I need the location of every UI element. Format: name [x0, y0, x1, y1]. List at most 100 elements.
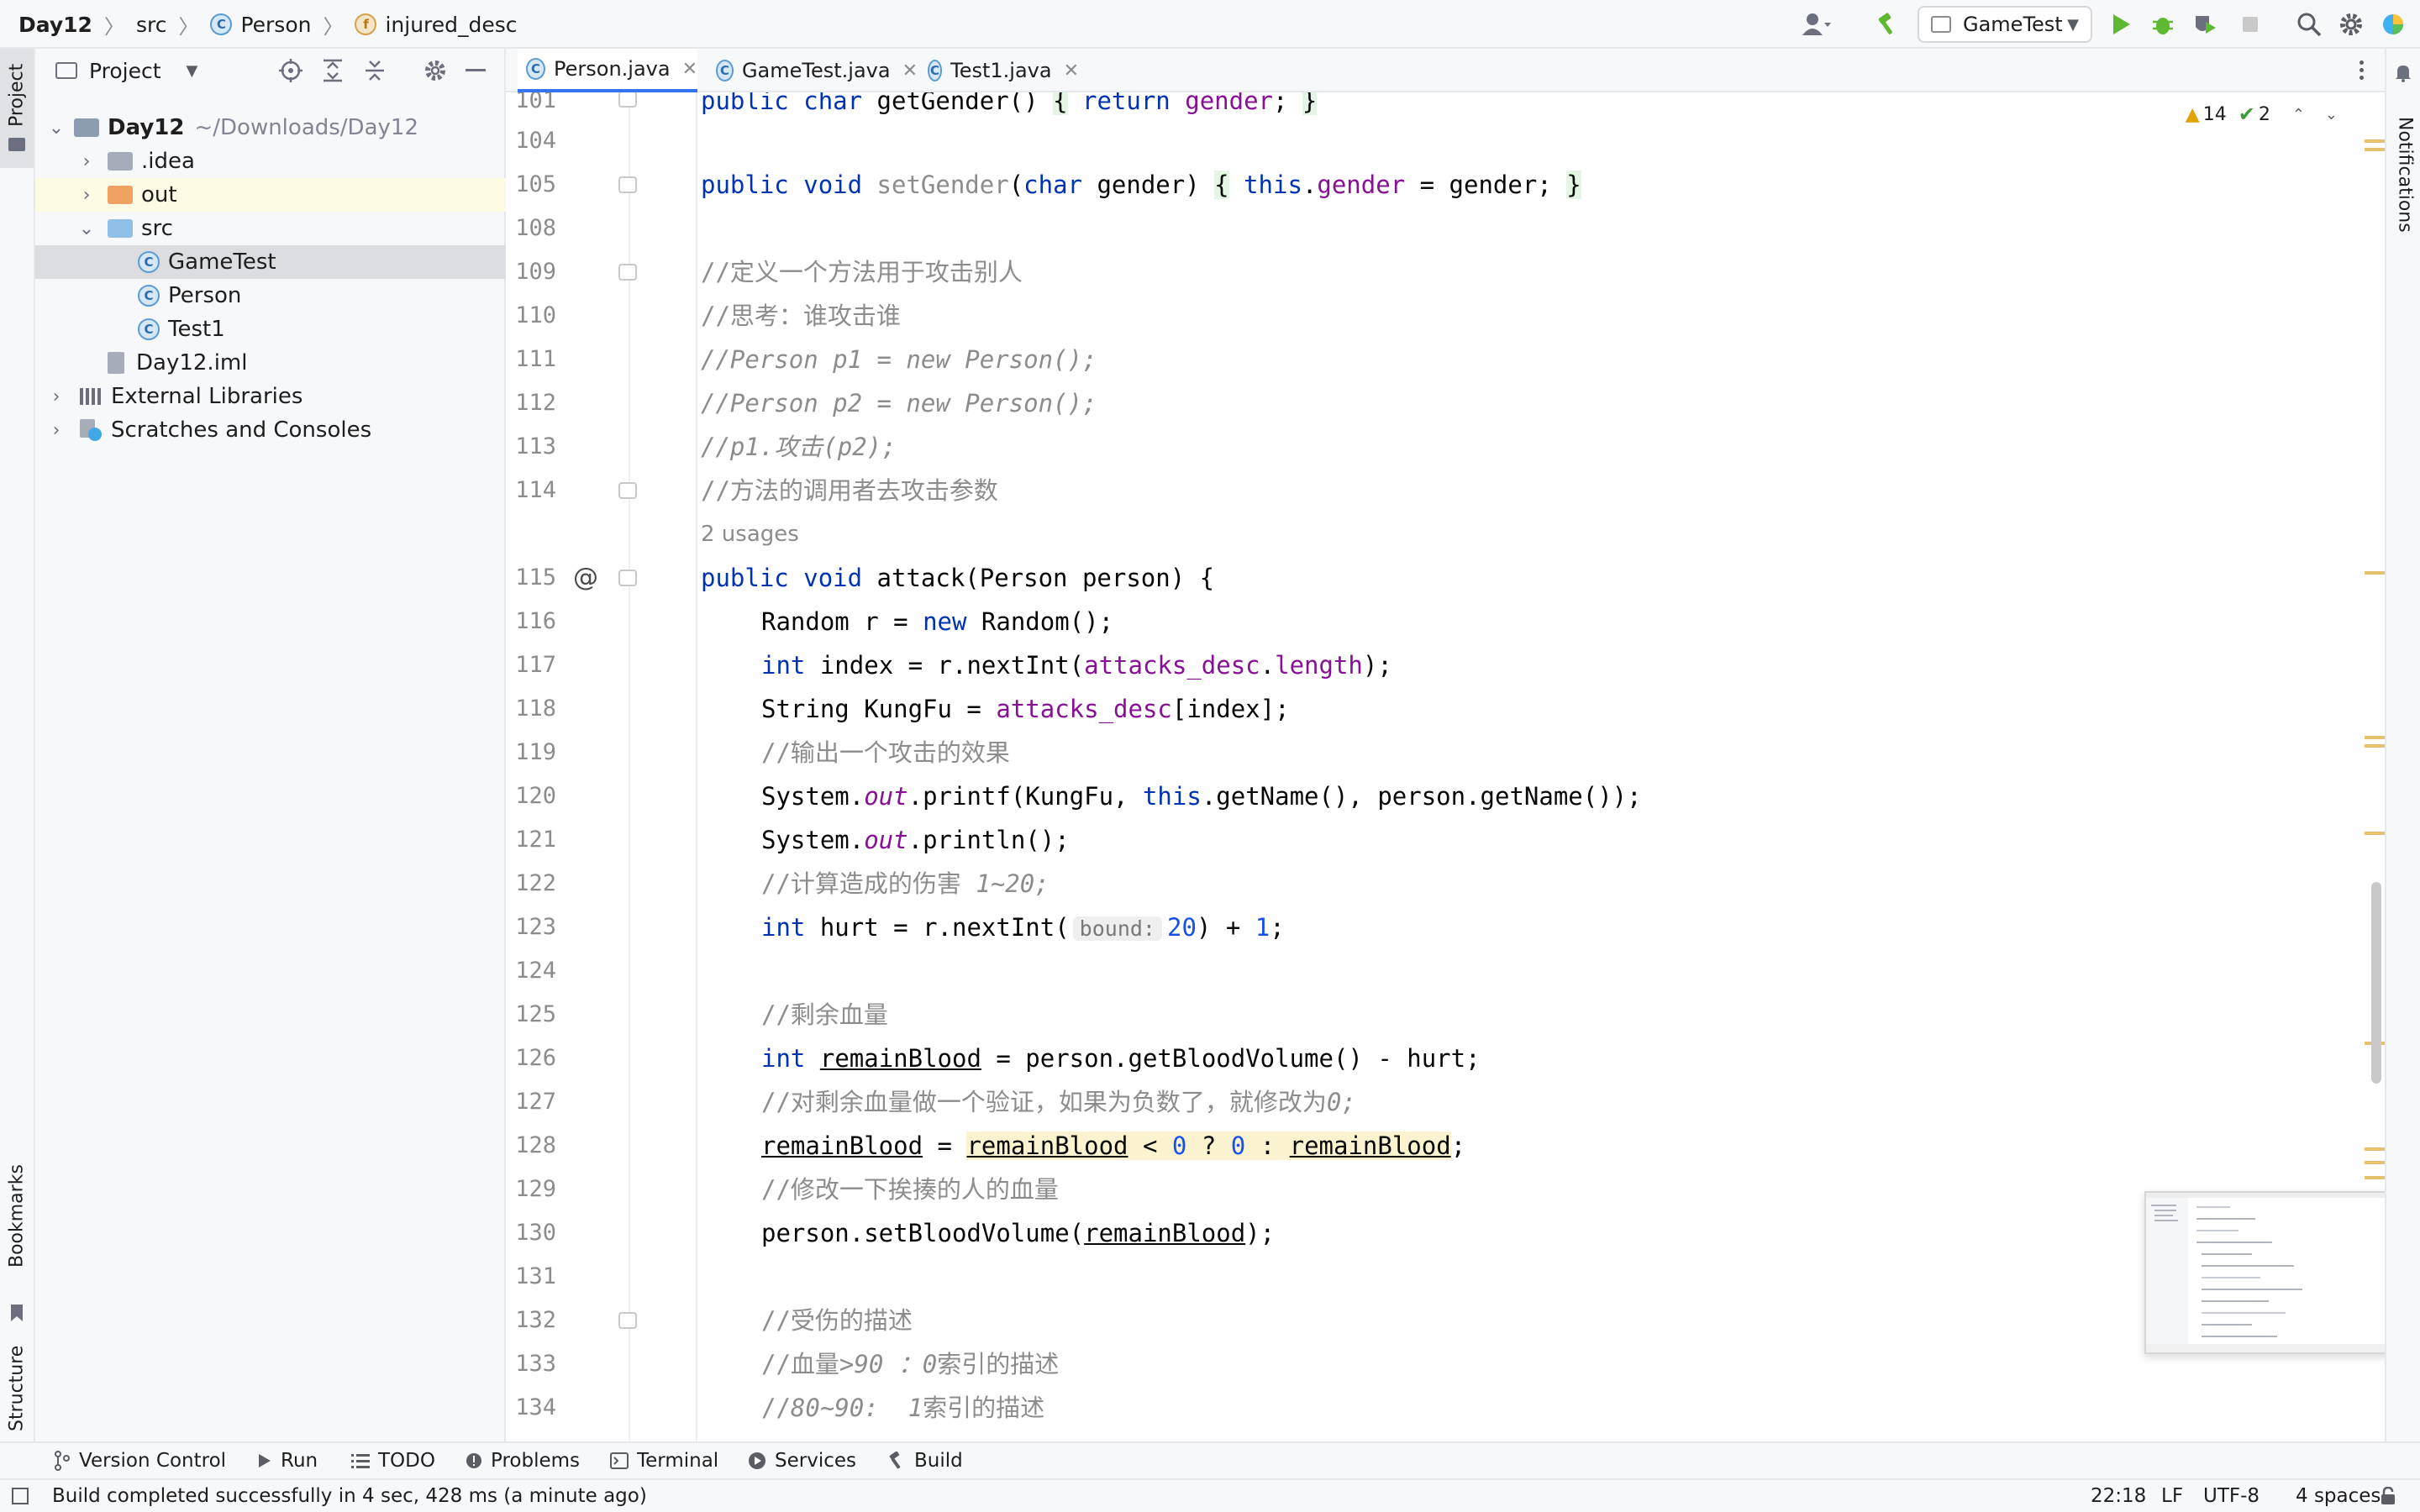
warning-stripe-mark[interactable]: [2365, 744, 2385, 748]
parameter-hint: bound:: [1072, 916, 1162, 941]
tool-terminal[interactable]: Terminal: [610, 1443, 718, 1478]
warning-stripe-mark[interactable]: [2365, 571, 2385, 575]
code-preview-thumbnail[interactable]: [2144, 1191, 2398, 1354]
warning-stripe-mark[interactable]: [2365, 832, 2385, 835]
search-icon[interactable]: [2292, 8, 2326, 41]
settings-gear-icon[interactable]: [2334, 8, 2368, 41]
line-number: 121: [515, 827, 556, 853]
notifications-tool-tab[interactable]: Notifications: [2386, 60, 2420, 262]
chevron-up-icon[interactable]: ⌃: [2292, 106, 2305, 123]
warning-stripe-mark[interactable]: [2365, 148, 2385, 151]
warning-stripe-mark[interactable]: [2365, 736, 2385, 739]
account-icon[interactable]: [1800, 8, 1833, 41]
jetbrains-ai-icon[interactable]: [2376, 8, 2410, 41]
build-hammer-icon[interactable]: [1870, 8, 1904, 41]
tree-item-src[interactable]: ⌄ src: [35, 212, 543, 245]
tree-item-external-libraries[interactable]: › External Libraries: [35, 380, 513, 413]
breadcrumb-folder[interactable]: src: [136, 13, 167, 37]
tool-services[interactable]: Services: [748, 1443, 856, 1478]
fold-marker-icon[interactable]: [618, 264, 637, 281]
project-tool-tab[interactable]: Project: [0, 49, 34, 168]
tab-test1-java[interactable]: C Test1.java ✕: [919, 49, 1079, 92]
implements-at-icon[interactable]: @: [573, 556, 598, 600]
line-number: 115: [515, 564, 556, 591]
caret-position[interactable]: 22:18: [2091, 1480, 2146, 1512]
tab-options-icon[interactable]: [2360, 60, 2365, 80]
tool-problems[interactable]: Problems: [466, 1443, 580, 1478]
fold-marker-icon[interactable]: [618, 482, 637, 499]
line-number: 119: [515, 739, 556, 765]
tree-item-idea[interactable]: › .idea: [35, 144, 543, 178]
status-bar: Build completed successfully in 4 sec, 4…: [0, 1478, 2420, 1512]
collapse-all-icon[interactable]: [363, 59, 387, 82]
code-comment: //定义一个方法用于攻击别人: [701, 258, 1023, 286]
fold-marker-icon[interactable]: [618, 1312, 637, 1329]
tab-gametest-java[interactable]: C GameTest.java ✕: [708, 49, 918, 92]
toggle-tool-windows-icon[interactable]: [12, 1480, 29, 1512]
run-configuration-select[interactable]: GameTest ▼: [1918, 6, 2092, 43]
chevron-right-icon[interactable]: ›: [74, 185, 99, 206]
project-view-select[interactable]: Project: [89, 59, 161, 83]
chevron-right-icon[interactable]: ›: [44, 420, 69, 441]
code-comment: //思考：谁攻击谁: [701, 302, 901, 330]
close-icon[interactable]: ✕: [1064, 60, 1079, 81]
code-comment: //p1.攻击(p2);: [701, 433, 897, 461]
fold-marker-icon[interactable]: [618, 570, 637, 586]
warning-stripe-mark[interactable]: [2365, 1176, 2385, 1179]
code-comment: //受伤的描述: [761, 1306, 913, 1335]
line-number: 124: [515, 958, 556, 984]
code-comment: //输出一个攻击的效果: [761, 738, 1010, 767]
run-icon[interactable]: [2104, 8, 2138, 41]
chevron-right-icon: 〉: [103, 14, 124, 39]
fold-marker-icon[interactable]: [618, 92, 637, 108]
tree-item-day12[interactable]: ⌄ Day12 ~/Downloads/Day12: [35, 111, 513, 144]
code-comment: //血量>90 ：0索引的描述: [761, 1350, 1060, 1378]
code-comment: //剩余血量: [761, 1000, 888, 1029]
editor-scrollbar-thumb[interactable]: [2371, 882, 2381, 1084]
tool-build[interactable]: Build: [887, 1443, 963, 1478]
tool-version-control[interactable]: Version Control: [54, 1443, 226, 1478]
editor-tab-bar: C Person.java ✕ C GameTest.java ✕ C Test…: [506, 49, 2385, 92]
fold-marker-icon[interactable]: [618, 176, 637, 193]
close-icon[interactable]: ✕: [902, 60, 918, 81]
line-number: 105: [515, 171, 556, 197]
chevron-down-icon[interactable]: ⌄: [74, 218, 99, 239]
debug-icon[interactable]: [2146, 8, 2180, 41]
tree-item-iml[interactable]: Day12.iml: [35, 346, 576, 380]
usages-hint[interactable]: 2 usages: [701, 512, 799, 556]
services-icon: [748, 1452, 766, 1470]
locate-file-icon[interactable]: [279, 59, 302, 82]
terminal-icon: [610, 1452, 629, 1469]
breadcrumb-project[interactable]: Day12: [18, 13, 92, 37]
breadcrumb-class[interactable]: C Person: [210, 13, 311, 37]
line-separator[interactable]: LF: [2161, 1480, 2183, 1512]
warning-stripe-mark[interactable]: [2365, 139, 2385, 143]
lock-icon[interactable]: [2380, 1480, 2396, 1512]
hide-panel-icon[interactable]: [466, 69, 486, 71]
tool-run[interactable]: Run: [257, 1443, 318, 1478]
tab-person-java[interactable]: C Person.java ✕: [518, 49, 697, 92]
warning-stripe-mark[interactable]: [2365, 1161, 2385, 1164]
file-encoding[interactable]: UTF-8: [2203, 1480, 2260, 1512]
tree-item-scratches[interactable]: › Scratches and Consoles: [35, 413, 513, 447]
chevron-down-icon[interactable]: ▼: [187, 62, 198, 80]
code-comment: //对剩余血量做一个验证，如果为负数了，就修改为0;: [761, 1088, 1356, 1116]
tree-item-out[interactable]: › out: [35, 178, 543, 212]
chevron-down-icon[interactable]: ⌄: [2325, 106, 2338, 123]
expand-all-icon[interactable]: [321, 59, 345, 82]
run-with-coverage-icon[interactable]: [2188, 8, 2222, 41]
status-message[interactable]: Build completed successfully in 4 sec, 4…: [52, 1480, 647, 1512]
warning-stripe-mark[interactable]: [2365, 1147, 2385, 1151]
chevron-down-icon[interactable]: ⌄: [44, 118, 69, 139]
inspection-widget[interactable]: ▲ 14 ✔ 2 ⌃ ⌄: [2186, 102, 2338, 126]
indent-setting[interactable]: 4 spaces: [2296, 1480, 2381, 1512]
tool-todo[interactable]: TODO: [351, 1443, 435, 1478]
code-editor[interactable]: ▲ 14 ✔ 2 ⌃ ⌄ 101 public char getGender()…: [506, 92, 2385, 1441]
chevron-right-icon[interactable]: ›: [74, 151, 99, 172]
breadcrumb-field[interactable]: f injured_desc: [355, 13, 518, 37]
stop-icon[interactable]: [2233, 8, 2267, 41]
close-icon[interactable]: ✕: [682, 59, 697, 80]
indent-guide: [696, 92, 697, 1441]
chevron-right-icon[interactable]: ›: [44, 386, 69, 407]
settings-gear-icon[interactable]: [424, 59, 447, 82]
